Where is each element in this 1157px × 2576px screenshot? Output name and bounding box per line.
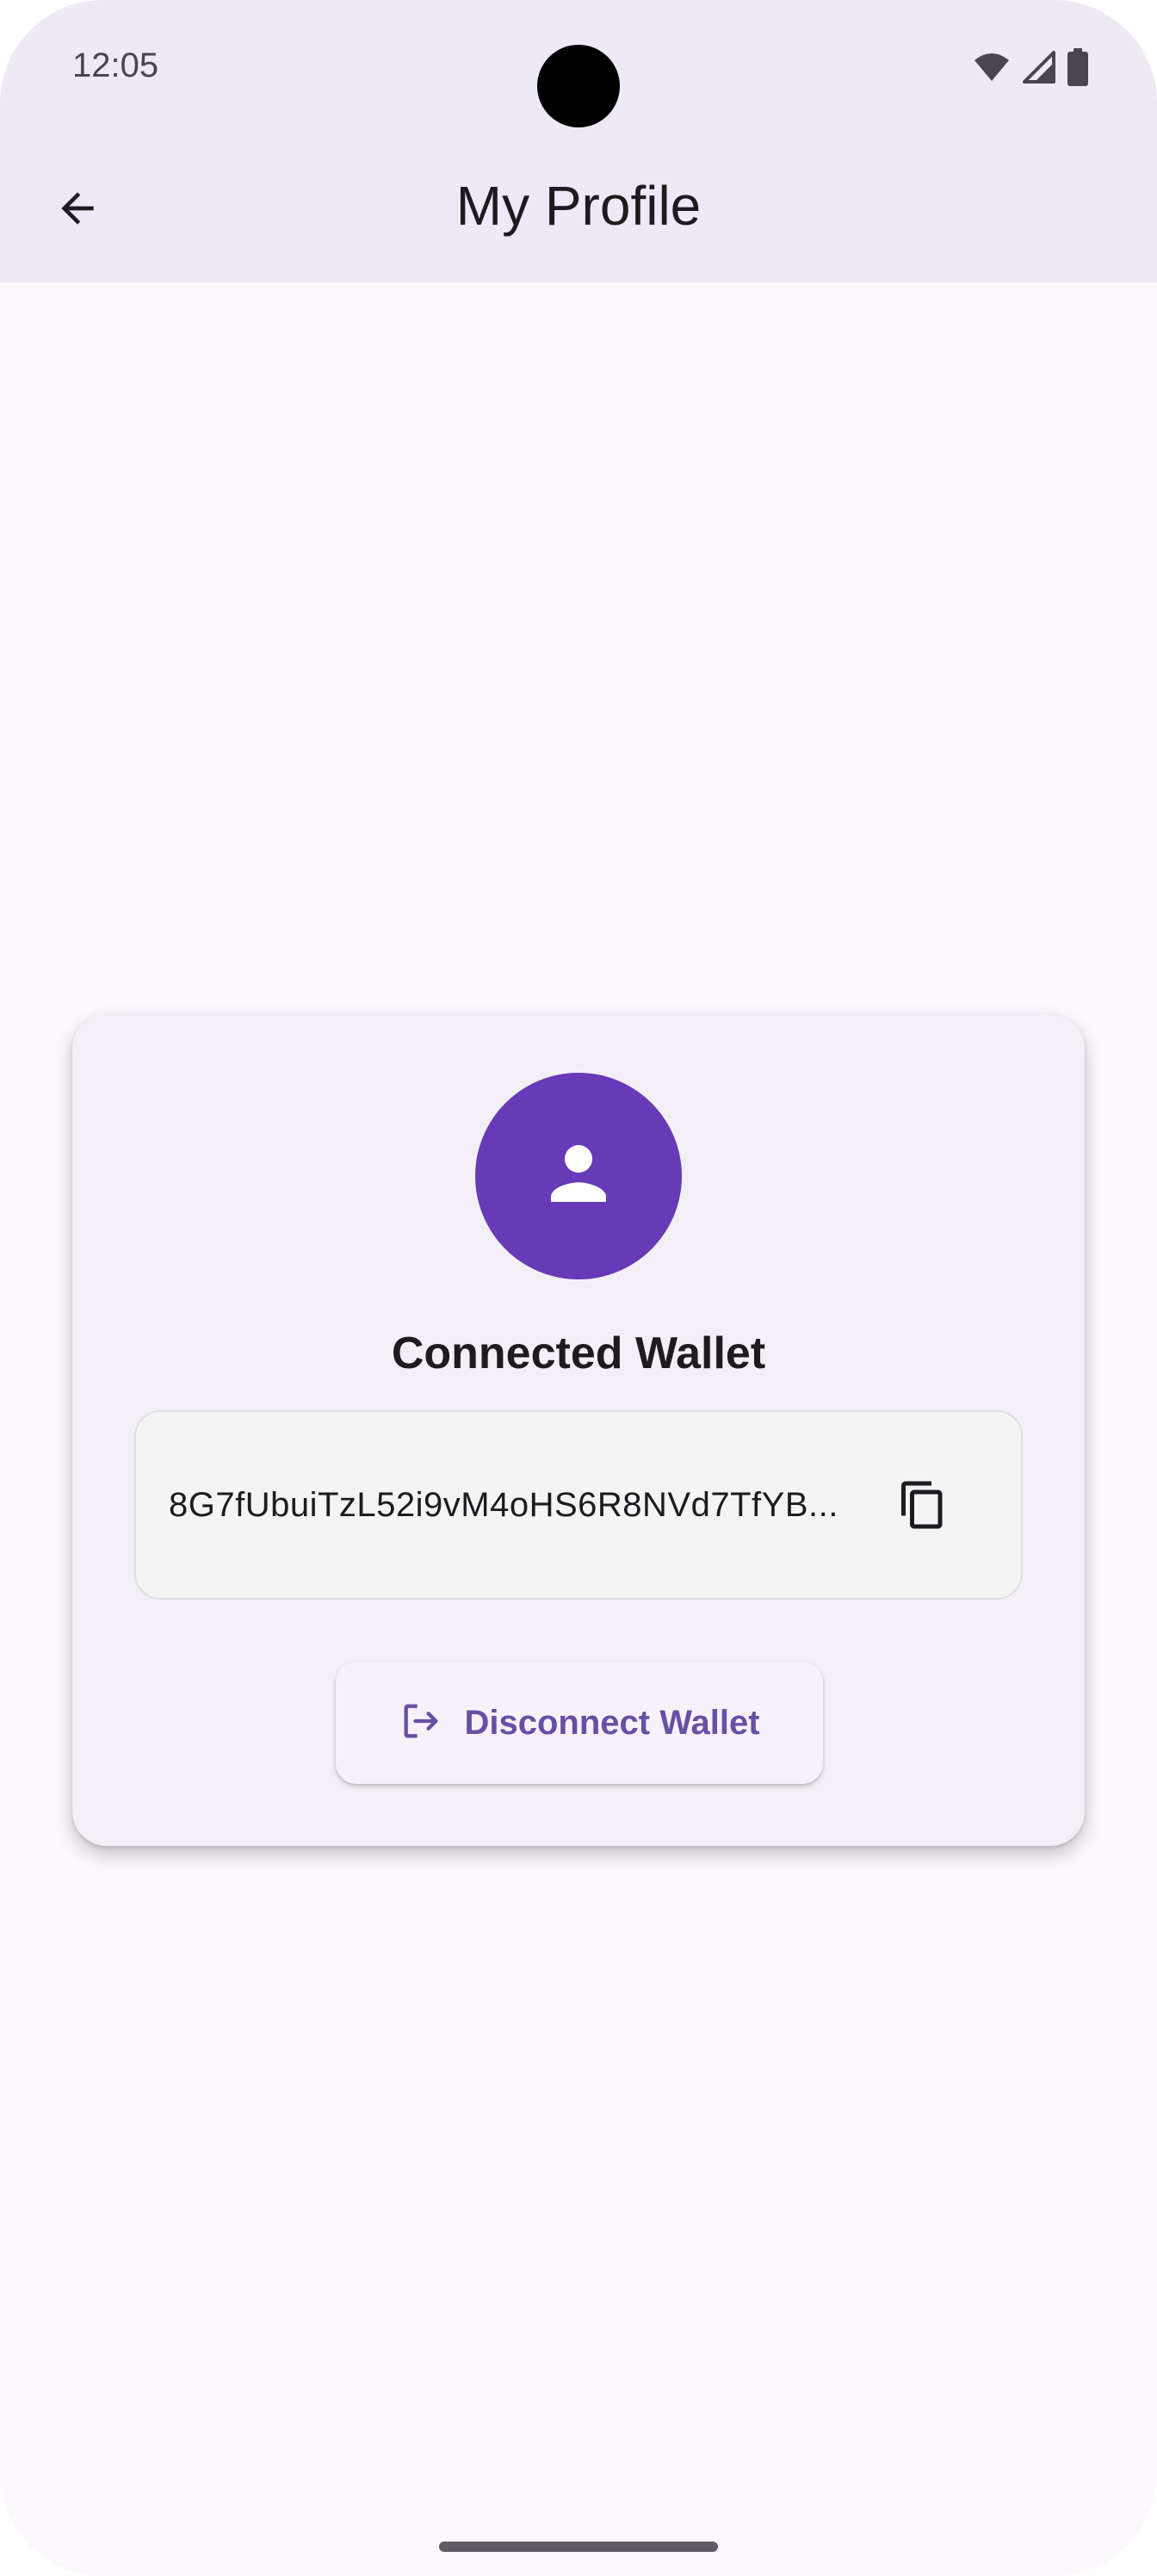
disconnect-wallet-button[interactable]: Disconnect Wallet bbox=[336, 1662, 823, 1784]
profile-card: Connected Wallet 8G7fUbuiTzL52i9vM4oHS6R… bbox=[72, 1014, 1085, 1846]
connected-wallet-heading: Connected Wallet bbox=[391, 1328, 766, 1378]
status-bar: 12:05 bbox=[0, 0, 1157, 138]
cellular-signal-icon bbox=[1023, 51, 1055, 88]
avatar bbox=[475, 1073, 682, 1279]
wifi-icon bbox=[973, 52, 1011, 87]
copy-address-button[interactable] bbox=[876, 1460, 969, 1553]
disconnect-wallet-label: Disconnect Wallet bbox=[464, 1703, 760, 1742]
status-icons bbox=[973, 48, 1088, 90]
camera-cutout bbox=[537, 45, 620, 127]
person-icon bbox=[537, 1133, 620, 1220]
logout-icon bbox=[399, 1699, 443, 1748]
wallet-address: 8G7fUbuiTzL52i9vM4oHS6R8NVd7TfYB... bbox=[169, 1486, 838, 1524]
page-title: My Profile bbox=[455, 175, 702, 237]
status-time: 12:05 bbox=[72, 46, 159, 84]
screen: 12:05 My Profile Connected Wallet 8G7fUb… bbox=[0, 0, 1157, 2576]
app-bar: My Profile bbox=[0, 138, 1157, 282]
wallet-address-box: 8G7fUbuiTzL52i9vM4oHS6R8NVd7TfYB... bbox=[134, 1410, 1023, 1600]
battery-icon bbox=[1067, 48, 1088, 90]
home-indicator[interactable] bbox=[439, 2542, 718, 2552]
copy-icon bbox=[897, 1479, 949, 1535]
